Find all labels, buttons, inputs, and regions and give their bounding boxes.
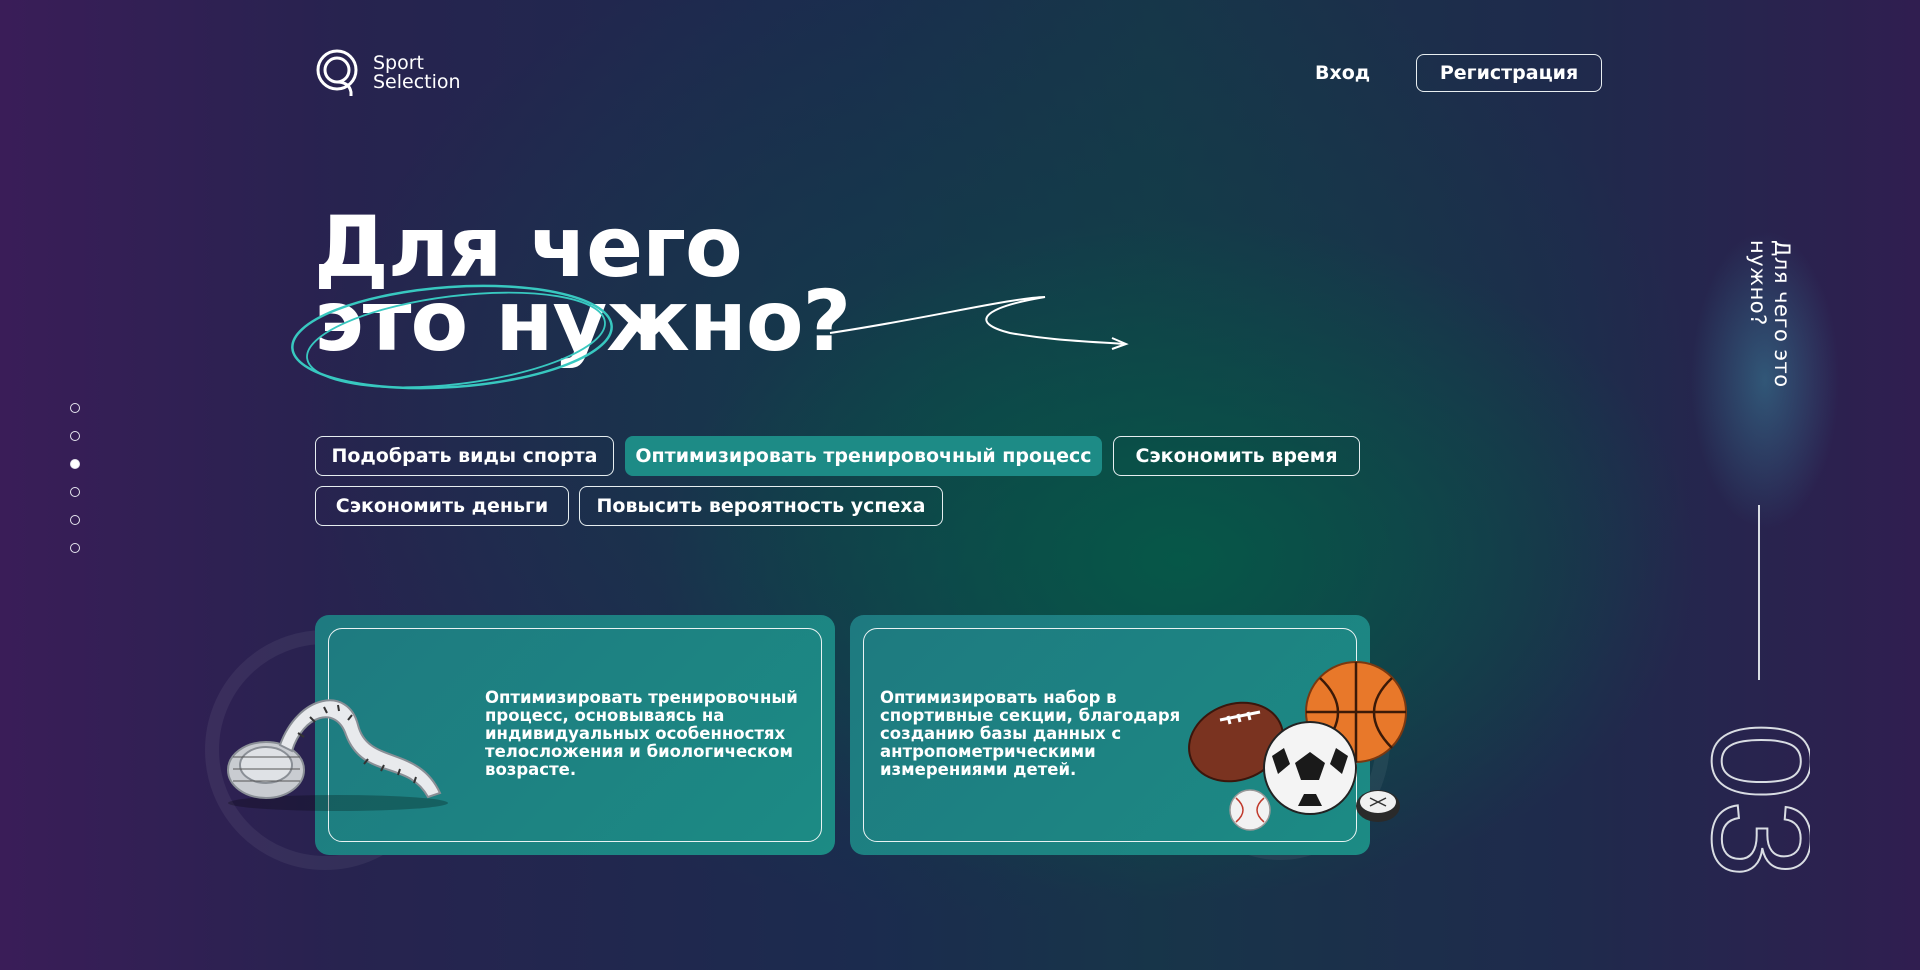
section-number-text: 03 xyxy=(1690,722,1810,878)
login-link[interactable]: Вход xyxy=(1315,62,1370,84)
section-caption: Для чего это нужно? xyxy=(1746,240,1794,388)
pager-dot-5[interactable] xyxy=(70,515,80,525)
tag-increase-success[interactable]: Повысить вероятность успеха xyxy=(579,486,943,526)
tag-save-time[interactable]: Сэкономить время xyxy=(1113,436,1360,476)
logo[interactable]: Sport Selection xyxy=(315,48,461,98)
section-pager xyxy=(70,403,80,553)
scribble-decoration xyxy=(291,284,1129,390)
tag-save-money[interactable]: Сэкономить деньги xyxy=(315,486,569,526)
pager-dot-4[interactable] xyxy=(70,487,80,497)
logo-icon xyxy=(316,49,358,96)
pager-dot-3[interactable] xyxy=(70,459,80,469)
logo-text: Sport Selection xyxy=(373,54,461,92)
section-number: 03 xyxy=(1690,721,1810,879)
tag-choose-sports[interactable]: Подобрать виды спорта xyxy=(315,436,614,476)
pager-dot-2[interactable] xyxy=(70,431,80,441)
register-button[interactable]: Регистрация xyxy=(1416,54,1602,92)
sports-balls-image xyxy=(1188,661,1407,831)
card-text: Оптимизировать набор в спортивные секции… xyxy=(880,688,1181,779)
pager-dot-6[interactable] xyxy=(70,543,80,553)
caption-divider xyxy=(1758,505,1760,680)
logo-line-2: Selection xyxy=(373,71,461,93)
measuring-tape-image xyxy=(227,699,448,811)
tag-optimize-training[interactable]: Оптимизировать тренировочный процесс xyxy=(625,436,1102,476)
pager-dot-1[interactable] xyxy=(70,403,80,413)
card-text: Оптимизировать тренировочный процесс, ос… xyxy=(485,688,798,779)
